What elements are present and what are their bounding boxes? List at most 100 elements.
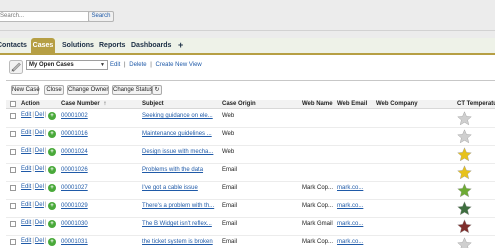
- create-new-view-link[interactable]: Create New View: [156, 62, 202, 68]
- case-origin-cell: Email: [222, 203, 238, 209]
- case-origin-cell: Web: [222, 131, 235, 137]
- add-plus-icon[interactable]: +: [48, 130, 56, 138]
- row-edit-link[interactable]: Edit: [21, 202, 31, 208]
- col-ct-temperature[interactable]: CT Temperature: [457, 100, 495, 109]
- new-case-button[interactable]: New Case: [11, 85, 40, 95]
- sort-ascending-icon: ↑: [103, 101, 107, 107]
- tab-bar: Contacts Cases Solutions Reports Dashboa…: [0, 38, 495, 53]
- link-separator: |: [150, 62, 152, 68]
- add-plus-icon[interactable]: +: [48, 166, 56, 174]
- row-checkbox[interactable]: [10, 221, 16, 227]
- delete-view-link[interactable]: Delete: [129, 62, 146, 68]
- subject-link[interactable]: I've got a cable issue: [142, 184, 218, 192]
- temperature-star-icon: [457, 111, 472, 126]
- view-select[interactable]: My Open Cases ▼: [26, 60, 108, 70]
- tab-contacts[interactable]: Contacts: [0, 38, 27, 53]
- col-case-origin[interactable]: Case Origin: [222, 100, 256, 109]
- case-origin-cell: Email: [222, 185, 238, 191]
- row-checkbox[interactable]: [10, 149, 16, 155]
- tab-dashboards[interactable]: Dashboards: [131, 38, 171, 53]
- row-edit-link[interactable]: Edit: [21, 130, 31, 136]
- web-email-link[interactable]: [337, 148, 372, 156]
- web-company-cell: [376, 112, 446, 120]
- row-checkbox[interactable]: [10, 239, 16, 245]
- row-checkbox[interactable]: [10, 131, 16, 137]
- refresh-icon[interactable]: ↻: [152, 85, 162, 95]
- row-edit-link[interactable]: Edit: [21, 220, 31, 226]
- row-edit-link[interactable]: Edit: [21, 148, 31, 154]
- search-input[interactable]: Search...: [0, 11, 89, 22]
- subject-link[interactable]: There's a problem with th...: [142, 202, 218, 210]
- add-plus-icon[interactable]: +: [48, 220, 56, 228]
- close-button[interactable]: Close: [44, 85, 64, 95]
- add-plus-icon[interactable]: +: [48, 148, 56, 156]
- case-number-link[interactable]: 00001031: [61, 238, 136, 246]
- web-email-link[interactable]: [337, 166, 372, 174]
- row-del-link[interactable]: Del: [35, 238, 44, 244]
- row-del-link[interactable]: Del: [35, 202, 44, 208]
- web-email-link[interactable]: mark.co...: [337, 220, 372, 228]
- web-email-link[interactable]: [337, 130, 372, 138]
- web-email-link[interactable]: mark.co...: [337, 184, 372, 192]
- chevron-down-icon: ▼: [100, 62, 105, 68]
- row-del-link[interactable]: Del: [35, 148, 44, 154]
- col-web-email[interactable]: Web Email: [337, 100, 367, 109]
- subject-link[interactable]: Maintenance guidelines ...: [142, 130, 218, 138]
- case-number-link[interactable]: 00001016: [61, 130, 136, 138]
- tab-add-plus[interactable]: +: [178, 38, 186, 53]
- col-subject[interactable]: Subject: [142, 100, 164, 109]
- row-edit-link[interactable]: Edit: [21, 166, 31, 172]
- row-checkbox[interactable]: [10, 113, 16, 119]
- subject-link[interactable]: Design issue with mecha...: [142, 148, 218, 156]
- subject-link[interactable]: Problems with the data: [142, 166, 218, 174]
- add-plus-icon[interactable]: +: [48, 112, 56, 120]
- add-plus-icon[interactable]: +: [48, 238, 56, 246]
- subject-link[interactable]: Seeking guidance on ele...: [142, 112, 218, 120]
- row-edit-link[interactable]: Edit: [21, 112, 31, 118]
- row-del-link[interactable]: Del: [35, 166, 44, 172]
- edit-view-link[interactable]: Edit: [110, 62, 120, 68]
- col-web-company[interactable]: Web Company: [376, 100, 418, 109]
- row-actions: Edit|Del|: [21, 202, 47, 208]
- change-status-button[interactable]: Change Status: [112, 85, 153, 95]
- case-origin-cell: Web: [222, 149, 235, 155]
- temperature-star-icon: [457, 237, 472, 248]
- web-name-cell: [302, 166, 335, 174]
- web-name-cell: Mark Gmail: [302, 221, 333, 227]
- row-del-link[interactable]: Del: [35, 130, 44, 136]
- temperature-star-icon: [457, 201, 472, 216]
- col-web-name[interactable]: Web Name: [302, 100, 333, 109]
- case-number-link[interactable]: 00001026: [61, 166, 136, 174]
- add-plus-icon[interactable]: +: [48, 184, 56, 192]
- case-number-link[interactable]: 00001002: [61, 112, 136, 120]
- tab-reports[interactable]: Reports: [99, 38, 127, 53]
- row-del-link[interactable]: Del: [35, 220, 44, 226]
- row-del-link[interactable]: Del: [35, 184, 44, 190]
- add-plus-icon[interactable]: +: [48, 202, 56, 210]
- case-number-link[interactable]: 00001024: [61, 148, 136, 156]
- search-button[interactable]: Search: [88, 11, 114, 22]
- table-row: Edit|Del| +00001029 There's a problem with…: [6, 200, 495, 218]
- case-origin-cell: Web: [222, 113, 235, 119]
- web-email-link[interactable]: [337, 112, 372, 120]
- row-checkbox[interactable]: [10, 167, 16, 173]
- web-email-link[interactable]: mark.co...: [337, 202, 372, 210]
- subject-link[interactable]: The B Widget isn't reflex...: [142, 220, 218, 228]
- case-number-link[interactable]: 00001030: [61, 220, 136, 228]
- row-edit-link[interactable]: Edit: [21, 184, 31, 190]
- tab-solutions[interactable]: Solutions: [62, 38, 94, 53]
- row-edit-link[interactable]: Edit: [21, 238, 31, 244]
- col-case-number[interactable]: Case Number ↑: [61, 100, 106, 109]
- change-owner-button[interactable]: Change Owner: [67, 85, 109, 95]
- web-company-cell: [376, 130, 446, 138]
- case-number-link[interactable]: 00001027: [61, 184, 136, 192]
- case-number-link[interactable]: 00001029: [61, 202, 136, 210]
- subject-link[interactable]: the ticket system is broken: [142, 238, 218, 246]
- row-actions: Edit|Del|: [21, 238, 47, 244]
- row-del-link[interactable]: Del: [35, 112, 44, 118]
- row-checkbox[interactable]: [10, 203, 16, 209]
- tab-cases[interactable]: Cases: [31, 38, 55, 53]
- row-checkbox[interactable]: [10, 185, 16, 191]
- select-all-checkbox[interactable]: [10, 101, 16, 107]
- web-email-link[interactable]: mark.co...: [337, 238, 372, 246]
